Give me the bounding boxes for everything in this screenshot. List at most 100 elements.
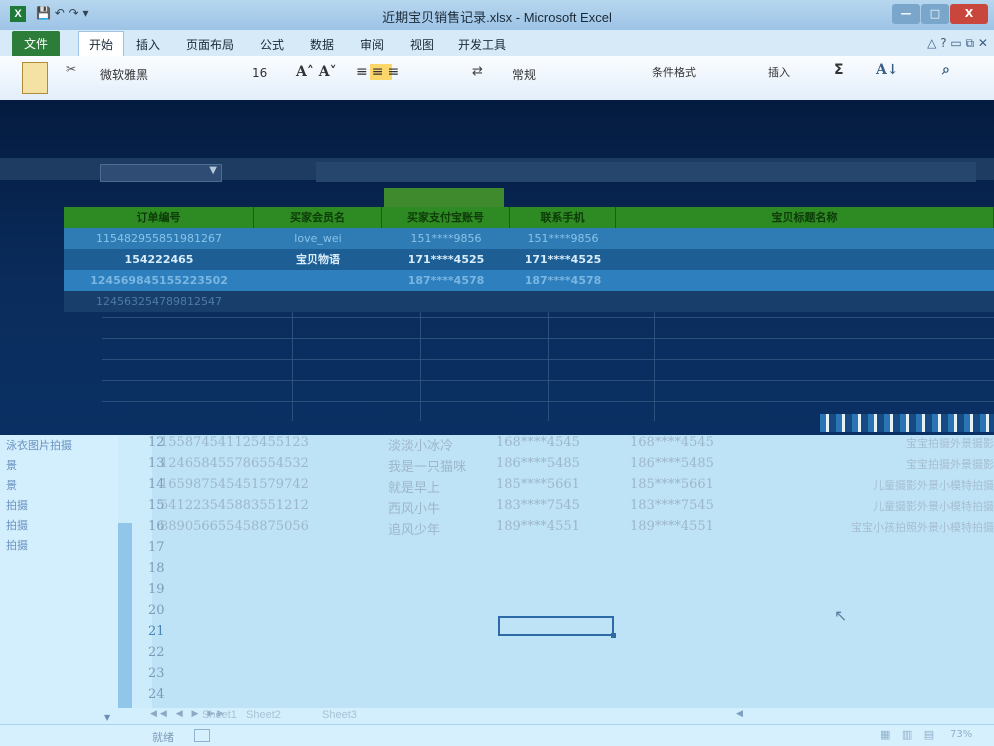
order-id-cell[interactable]: 124658455786554532	[160, 456, 309, 471]
table-row[interactable]: 124658455786554532 我是一只猫咪 186****5485 18…	[160, 456, 994, 476]
table-cell[interactable]: 154222465	[64, 249, 254, 270]
zoom-level[interactable]: 73%	[950, 729, 972, 740]
table-row[interactable]: 124563254789812547	[64, 291, 994, 312]
table-cell[interactable]	[510, 291, 616, 312]
item-title-cell[interactable]: 宝宝小孩拍照外景小模特拍摄	[774, 519, 994, 535]
left-panel-item[interactable]: 景	[6, 457, 17, 473]
tab-data[interactable]: 数据	[304, 34, 340, 55]
order-id-cell[interactable]: 889056655458875056	[160, 519, 309, 534]
cut-icon[interactable]: ✂	[66, 62, 76, 76]
table-row[interactable]: 155874541125455123 淡淡小冰冷 168****4545 168…	[160, 435, 994, 455]
font-size-select[interactable]: 16	[252, 66, 267, 80]
sort-filter-icon[interactable]: A↓	[876, 62, 899, 78]
table-row[interactable]: 165987545451579742 就是早上 185****5661 185*…	[160, 477, 994, 497]
phone-cell[interactable]: 183****7545	[630, 498, 714, 513]
view-mode-icons[interactable]: ▦ ▥ ▤	[880, 728, 938, 741]
conditional-format-button[interactable]: 条件格式	[652, 64, 696, 80]
table-cell[interactable]: 宝贝物语	[254, 249, 382, 270]
table-cell[interactable]: love_wei	[254, 228, 382, 249]
table-cell[interactable]	[616, 270, 994, 291]
table-row[interactable]: 541223545883551212 西风小牛 183****7545 183*…	[160, 498, 994, 518]
table-cell[interactable]	[616, 291, 994, 312]
scroll-down-icon[interactable]: ▼	[104, 713, 110, 722]
item-title-cell[interactable]: 儿童摄影外景小模特拍摄	[774, 498, 994, 514]
wrap-text-icon[interactable]: ⇄	[472, 64, 483, 79]
table-row[interactable]: 154222465 宝贝物语 171****4525 171****4525	[64, 249, 994, 270]
autosum-button[interactable]: Σ	[834, 62, 844, 78]
alipay-cell[interactable]: 186****5485	[496, 456, 580, 471]
fill-handle[interactable]	[611, 633, 616, 638]
table-row[interactable]: 889056655458875056 追风少年 189****4551 189*…	[160, 519, 994, 539]
column-header[interactable]: 买家支付宝账号	[382, 207, 510, 228]
table-cell[interactable]: 124563254789812547	[64, 291, 254, 312]
maximize-button[interactable]: □	[921, 4, 949, 24]
left-panel-item[interactable]: 景	[6, 477, 17, 493]
item-title-cell[interactable]: 宝宝拍摄外景摄影	[774, 456, 994, 472]
tab-review[interactable]: 审阅	[354, 34, 390, 55]
alipay-cell[interactable]: 189****4551	[496, 519, 580, 534]
font-grow-icon[interactable]: A˄ A˅	[296, 64, 337, 80]
table-cell[interactable]: 171****4525	[510, 249, 616, 270]
number-format-select[interactable]: 常规	[512, 66, 536, 83]
macro-record-icon[interactable]	[194, 729, 210, 742]
table-cell[interactable]: 151****9856	[382, 228, 510, 249]
formula-bar[interactable]	[316, 162, 976, 182]
table-cell[interactable]	[254, 291, 382, 312]
order-id-cell[interactable]: 155874541125455123	[160, 435, 309, 450]
name-box[interactable]: ▼	[100, 164, 222, 182]
table-row[interactable]: 124569845155223502 187****4578 187****45…	[64, 270, 994, 291]
tab-insert[interactable]: 插入	[130, 34, 166, 55]
buyer-name-cell[interactable]: 追风少年	[388, 519, 440, 538]
close-button[interactable]: X	[950, 4, 988, 24]
phone-cell[interactable]: 186****5485	[630, 456, 714, 471]
table-row[interactable]: 115482955851981267 love_wei 151****9856 …	[64, 228, 994, 249]
active-cell-selection[interactable]	[498, 616, 616, 638]
sheet-tab-2[interactable]: Sheet2	[246, 709, 281, 721]
align-icons[interactable]: ≡≡≡	[356, 64, 403, 80]
table-cell[interactable]	[616, 249, 994, 270]
phone-cell[interactable]: 168****4545	[630, 435, 714, 450]
left-panel-item[interactable]: 泳衣图片拍摄	[6, 437, 72, 453]
table-cell[interactable]: 151****9856	[510, 228, 616, 249]
font-name-select[interactable]: 微软雅黑	[100, 66, 148, 83]
phone-cell[interactable]: 185****5661	[630, 477, 714, 492]
buyer-name-cell[interactable]: 西风小牛	[388, 498, 440, 517]
table-cell[interactable]: 124569845155223502	[64, 270, 254, 291]
alipay-cell[interactable]: 185****5661	[496, 477, 580, 492]
table-cell[interactable]: 187****4578	[382, 270, 510, 291]
tab-file[interactable]: 文件	[12, 31, 61, 56]
left-panel-item[interactable]: 拍摄	[6, 537, 28, 553]
column-header[interactable]: 宝贝标题名称	[616, 207, 994, 228]
sheet-tab-1[interactable]: Sheet1	[202, 709, 237, 721]
item-title-cell[interactable]: 儿童摄影外景小模特拍摄	[774, 477, 994, 493]
minimize-button[interactable]: —	[892, 4, 920, 24]
table-cell[interactable]	[382, 291, 510, 312]
column-header[interactable]: 买家会员名	[254, 207, 382, 228]
phone-cell[interactable]: 189****4551	[630, 519, 714, 534]
left-panel-item[interactable]: 拍摄	[6, 517, 28, 533]
sheet-tab-3[interactable]: Sheet3	[322, 709, 357, 721]
table-cell[interactable]: 115482955851981267	[64, 228, 254, 249]
table-cell[interactable]	[616, 228, 994, 249]
table-cell[interactable]	[254, 270, 382, 291]
buyer-name-cell[interactable]: 我是一只猫咪	[388, 456, 466, 475]
column-header[interactable]: 联系手机	[510, 207, 616, 228]
order-id-cell[interactable]: 541223545883551212	[160, 498, 309, 513]
order-id-cell[interactable]: 165987545451579742	[160, 477, 309, 492]
find-icon[interactable]: ⌕	[942, 62, 950, 78]
alipay-cell[interactable]: 168****4545	[496, 435, 580, 450]
table-cell[interactable]: 171****4525	[382, 249, 510, 270]
paste-icon[interactable]	[22, 62, 48, 94]
alipay-cell[interactable]: 183****7545	[496, 498, 580, 513]
tab-page-layout[interactable]: 页面布局	[180, 34, 240, 55]
buyer-name-cell[interactable]: 淡淡小冰冷	[388, 435, 453, 454]
help-icon[interactable]: △ ? ▭ ⧉ ✕	[927, 36, 988, 51]
left-panel-item[interactable]: 拍摄	[6, 497, 28, 513]
tab-developer[interactable]: 开发工具	[452, 34, 512, 55]
scroll-left-icon[interactable]: ◀	[736, 709, 743, 719]
tab-view[interactable]: 视图	[404, 34, 440, 55]
table-cell[interactable]: 187****4578	[510, 270, 616, 291]
column-header[interactable]: 订单编号	[64, 207, 254, 228]
buyer-name-cell[interactable]: 就是早上	[388, 477, 440, 496]
tab-formulas[interactable]: 公式	[254, 34, 290, 55]
